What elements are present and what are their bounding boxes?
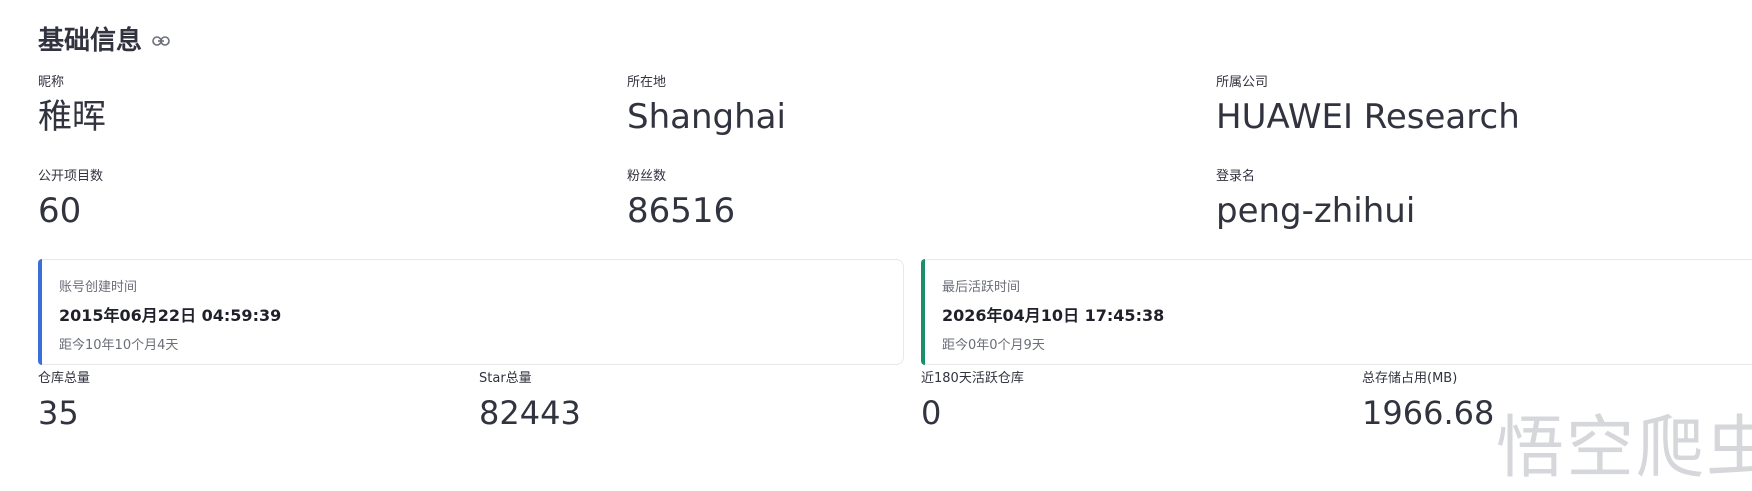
created-card-sub: 距今10年10个月4天: [59, 338, 179, 353]
nickname-value: 稚晖: [38, 97, 106, 137]
login-metric: 登录名 peng-zhihui: [1216, 169, 1415, 233]
public-repos-label: 公开项目数: [38, 169, 104, 184]
section-title: 基础信息: [38, 20, 170, 57]
section-title-text: 基础信息: [38, 26, 143, 56]
followers-label: 粉丝数: [627, 169, 667, 184]
last-active-card-accent: [921, 259, 925, 365]
stars-label: Star总量: [479, 371, 532, 386]
last-active-card-label: 最后活跃时间: [942, 280, 1021, 295]
company-label: 所属公司: [1216, 75, 1269, 90]
company-metric: 所属公司 HUAWEI Research: [1216, 75, 1520, 139]
nickname-label: 昵称: [38, 75, 65, 90]
created-card: 账号创建时间 2015年06月22日 04:59:39 距今10年10个月4天: [38, 259, 904, 365]
last-active-card-value: 2026年04月10日 17:45:38: [942, 306, 1165, 325]
location-metric: 所在地 Shanghai: [627, 75, 786, 139]
storage-label: 总存储占用(MB): [1362, 371, 1458, 386]
stars-value: 82443: [479, 394, 581, 432]
repos-value: 35: [38, 394, 79, 432]
link-icon[interactable]: [152, 35, 170, 47]
active-repos-metric: 近180天活跃仓库 0: [921, 371, 1024, 433]
created-card-label: 账号创建时间: [59, 280, 138, 295]
stars-metric: Star总量 82443: [479, 371, 581, 433]
active-repos-value: 0: [921, 394, 942, 432]
last-active-card: 最后活跃时间 2026年04月10日 17:45:38 距今0年0个月9天: [921, 259, 1752, 365]
created-card-accent: [38, 259, 42, 365]
followers-value: 86516: [627, 191, 736, 231]
repos-metric: 仓库总量 35: [38, 371, 90, 433]
nickname-metric: 昵称 稚晖: [38, 75, 106, 139]
location-value: Shanghai: [627, 97, 786, 137]
watermark: 悟空爬虫: [1496, 409, 1752, 488]
public-repos-metric: 公开项目数 60: [38, 169, 103, 233]
followers-metric: 粉丝数 86516: [627, 169, 735, 233]
repos-label: 仓库总量: [38, 371, 91, 386]
company-value: HUAWEI Research: [1216, 97, 1520, 137]
location-label: 所在地: [627, 75, 667, 90]
login-value: peng-zhihui: [1216, 191, 1416, 231]
storage-metric: 总存储占用(MB) 1966.68: [1362, 371, 1494, 433]
login-label: 登录名: [1216, 169, 1256, 184]
last-active-card-sub: 距今0年0个月9天: [942, 338, 1045, 353]
created-card-value: 2015年06月22日 04:59:39: [59, 306, 282, 325]
active-repos-label: 近180天活跃仓库: [921, 371, 1024, 386]
storage-value: 1966.68: [1362, 394, 1495, 432]
public-repos-value: 60: [38, 191, 82, 231]
